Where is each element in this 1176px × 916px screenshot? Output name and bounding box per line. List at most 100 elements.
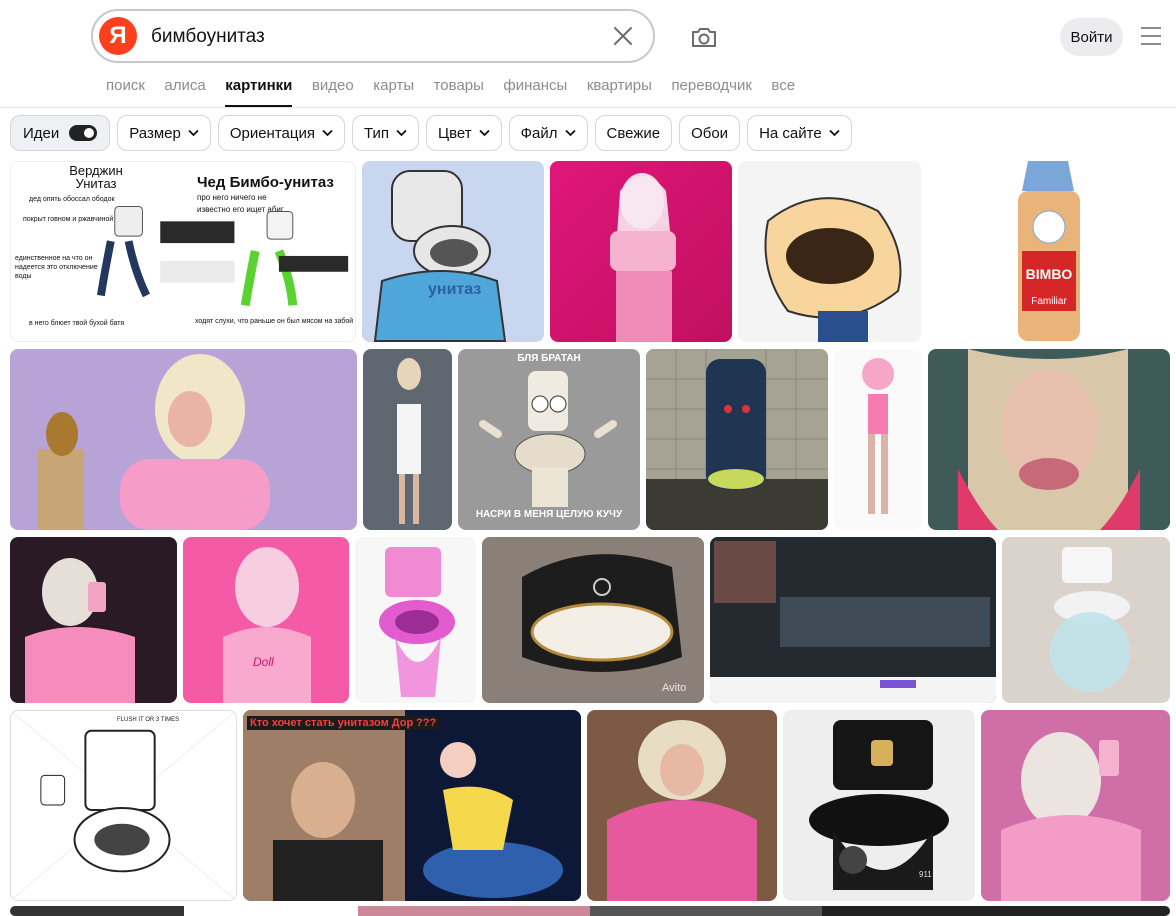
chevron-down-icon [478, 129, 490, 137]
cartoon-drawing [373, 170, 507, 342]
tab-search[interactable]: поиск [106, 77, 145, 107]
ideas-label: Идеи [23, 124, 60, 142]
product-photo [482, 537, 704, 703]
photo-placeholder [38, 354, 270, 530]
chevron-down-icon [829, 129, 840, 137]
model-badge: 911 [919, 870, 932, 879]
chevron-down-icon [564, 129, 576, 137]
image-result-bratan-toilet-meme[interactable]: БЛЯ БРАТАН НАСРИ В МЕНЯ ЦЕЛУЮ КУЧУ [458, 349, 640, 530]
chevron-down-icon [188, 129, 199, 137]
meme-top-text: БЛЯ БРАТАН [517, 353, 581, 364]
image-result-porsche-toilet[interactable]: 911 [783, 710, 975, 901]
image-result-virgin-chad-meme[interactable]: Верджин Унитаз Чед Бимбо-унитаз про него… [10, 161, 356, 342]
image-result-pink-doll-woman[interactable]: Doll [183, 537, 349, 703]
product-photo [379, 547, 455, 697]
screenshot-placeholder [710, 537, 996, 703]
tab-images[interactable]: картинки [225, 77, 293, 107]
image-result-pink-woman[interactable] [550, 161, 732, 342]
meme-drawing [97, 206, 349, 307]
search-tabs: поиск алиса картинки видео карты товары … [106, 77, 815, 107]
product-photo [1050, 547, 1130, 692]
search-input[interactable] [149, 19, 593, 55]
hamburger-menu-icon[interactable] [1139, 25, 1163, 47]
image-result-dora-reel[interactable]: Кто хочет стать унитазом Доры ??? [243, 710, 581, 901]
camera-icon[interactable] [689, 22, 719, 52]
cartoon-drawing [764, 197, 902, 342]
tab-video[interactable]: видео [312, 77, 354, 107]
tab-translator[interactable]: переводчик [671, 77, 751, 107]
photo-placeholder [1001, 732, 1141, 901]
filter-file[interactable]: Файл [508, 115, 588, 151]
image-result-pink-fur-drag[interactable] [587, 710, 777, 901]
image-result-pink-dress[interactable] [363, 349, 452, 530]
filter-label: Файл [520, 124, 558, 142]
shirt-text: унитаз [428, 281, 482, 298]
image-result-fish-tank-toilet[interactable] [1002, 537, 1170, 703]
reel-title: Кто хочет стать унитазом Доры [247, 716, 426, 730]
cartoon-drawing [11, 711, 236, 900]
image-result-pink-toilet[interactable] [355, 537, 476, 703]
filter-label: Цвет [438, 124, 472, 142]
photo-placeholder [223, 547, 311, 703]
image-result-mercedes-toilet[interactable]: Avito [482, 537, 704, 703]
filter-label: Размер [129, 124, 181, 142]
image-result-big-lips[interactable] [928, 349, 1170, 530]
filter-on-site[interactable]: На сайте [747, 115, 852, 151]
photo-placeholder [958, 349, 1140, 530]
filter-label: Обои [691, 124, 729, 142]
image-result-blonde-bimbo[interactable] [10, 349, 357, 530]
chevron-down-icon [396, 129, 407, 137]
image-result-toilet-monster[interactable] [646, 349, 828, 530]
filter-type[interactable]: Тип [351, 115, 419, 151]
toggle-switch[interactable] [69, 125, 98, 141]
shirt-text: Doll [253, 655, 274, 669]
ideas-toggle[interactable]: Идеи [10, 115, 111, 151]
bread-brand: BIMBO [1025, 266, 1073, 282]
cartoon-sign: FLUSH IT OR 3 TIMES [117, 717, 180, 723]
yandex-logo[interactable]: Я [99, 17, 137, 55]
chevron-down-icon [322, 129, 333, 137]
tab-all[interactable]: все [771, 77, 795, 107]
photo-placeholder [397, 358, 421, 524]
meme-bottom-text: НАСРИ В МЕНЯ ЦЕЛУЮ КУЧУ [475, 509, 623, 520]
reel-badge: ??? [413, 716, 440, 730]
image-result-pink-fur-selfie[interactable] [10, 537, 177, 703]
image-result-next-row[interactable] [10, 906, 1170, 916]
watermark: Avito [662, 682, 687, 694]
image-result-cartoon-face-toilet[interactable] [738, 161, 921, 342]
search-box: Я [91, 9, 655, 63]
image-result-doll-figure[interactable] [834, 349, 922, 530]
tab-maps[interactable]: карты [373, 77, 414, 107]
filter-wallpapers[interactable]: Обои [679, 115, 741, 151]
image-result-pink-room-selfie[interactable] [981, 710, 1170, 901]
filter-color[interactable]: Цвет [426, 115, 502, 151]
close-icon[interactable] [611, 24, 635, 48]
image-result-stream-screenshot[interactable] [710, 537, 996, 703]
photo-placeholder [646, 349, 828, 530]
bread-variant: Familiar [1031, 296, 1067, 307]
image-result-cartoon-toilet-girl[interactable]: унитаз [362, 161, 544, 342]
filter-fresh[interactable]: Свежие [594, 115, 673, 151]
filter-orientation[interactable]: Ориентация [217, 115, 345, 151]
tab-alice[interactable]: алиса [164, 77, 205, 107]
tab-apartments[interactable]: квартиры [587, 77, 652, 107]
photo-placeholder [243, 710, 581, 901]
header-divider [0, 107, 1176, 108]
tab-products[interactable]: товары [434, 77, 484, 107]
product-photo [809, 720, 949, 890]
cartoon-drawing [862, 358, 894, 514]
filter-label: Ориентация [229, 124, 315, 142]
photo-placeholder [607, 720, 757, 901]
product-photo [1018, 161, 1080, 341]
filter-size[interactable]: Размер [117, 115, 211, 151]
tab-finance[interactable]: финансы [503, 77, 567, 107]
image-result-trump-cartoon[interactable]: FLUSH IT OR 3 TIMES [10, 710, 237, 901]
filter-bar: Идеи Размер Ориентация Тип Цвет Файл Све… [10, 115, 859, 153]
cartoon-drawing [479, 371, 617, 507]
photo-placeholder [610, 173, 676, 342]
image-result-bimbo-bread[interactable]: BIMBO Familiar [928, 161, 1170, 342]
filter-label: Тип [363, 124, 389, 142]
login-button[interactable]: Войти [1060, 18, 1123, 56]
photo-placeholder [25, 558, 135, 703]
filter-label: На сайте [759, 124, 822, 142]
